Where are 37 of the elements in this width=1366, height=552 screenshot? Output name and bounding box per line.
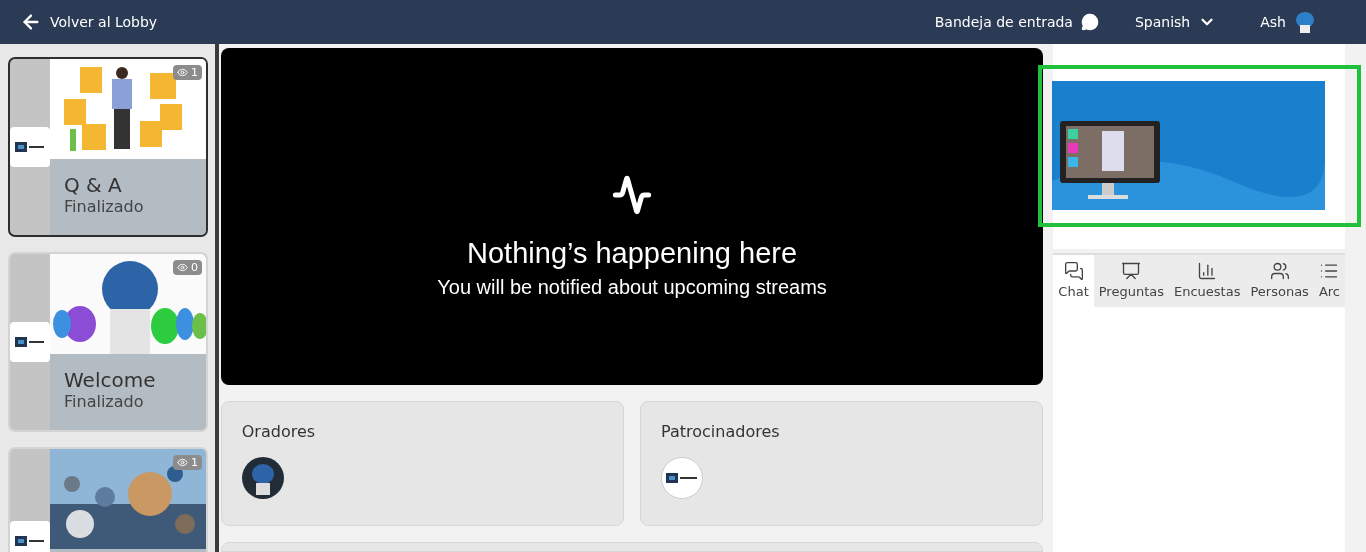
panel-tab[interactable]: Personas: [1245, 255, 1314, 307]
card-title: Oradores: [241, 422, 317, 441]
session-card[interactable]: 1 Q & A Finalizado: [8, 57, 208, 237]
session-title: Welcome: [63, 367, 157, 392]
chat-icon: [1063, 261, 1084, 281]
session-status: Finalizado: [63, 392, 145, 411]
language-dropdown[interactable]: Spanish: [1134, 13, 1217, 31]
stream-title: Nothing’s happening here: [467, 236, 798, 270]
pulse-icon: [612, 174, 653, 215]
session-status: Finalizado: [63, 197, 145, 216]
card-title: Patrocinadores: [661, 422, 781, 441]
logo-icon: [661, 457, 704, 499]
view-count-badge: 0: [173, 260, 202, 275]
logo-icon: [10, 322, 50, 362]
user-menu[interactable]: Ash: [1260, 11, 1316, 33]
panel-tab[interactable]: Arc: [1313, 255, 1345, 307]
avatar-icon: [1294, 11, 1316, 33]
chat-bubble-icon: [1080, 13, 1099, 31]
panel-tab[interactable]: Preguntas: [1093, 255, 1169, 307]
bar-chart-icon: [1197, 261, 1218, 281]
presentation-icon: [1121, 261, 1142, 281]
eye-icon: [177, 457, 188, 468]
session-title: Q & A: [63, 172, 123, 197]
eye-icon: [177, 67, 188, 78]
eye-icon: [177, 262, 188, 273]
panel-tab[interactable]: Encuestas: [1169, 255, 1246, 307]
logo-icon: [10, 521, 50, 552]
stream-subtitle: You will be notified about upcoming streams: [437, 275, 827, 299]
panel-tab[interactable]: Chat: [1053, 255, 1094, 307]
view-count-badge: 1: [173, 455, 202, 470]
inbox-link[interactable]: Bandeja de entrada: [934, 13, 1099, 31]
avatar-icon: [241, 457, 284, 499]
session-card[interactable]: 0 Welcome Finalizado: [8, 252, 208, 432]
logo-icon: [10, 127, 50, 167]
back-link[interactable]: Volver al Lobby: [20, 11, 158, 33]
view-count-badge: 1: [173, 65, 202, 80]
people-icon: [1269, 261, 1290, 281]
